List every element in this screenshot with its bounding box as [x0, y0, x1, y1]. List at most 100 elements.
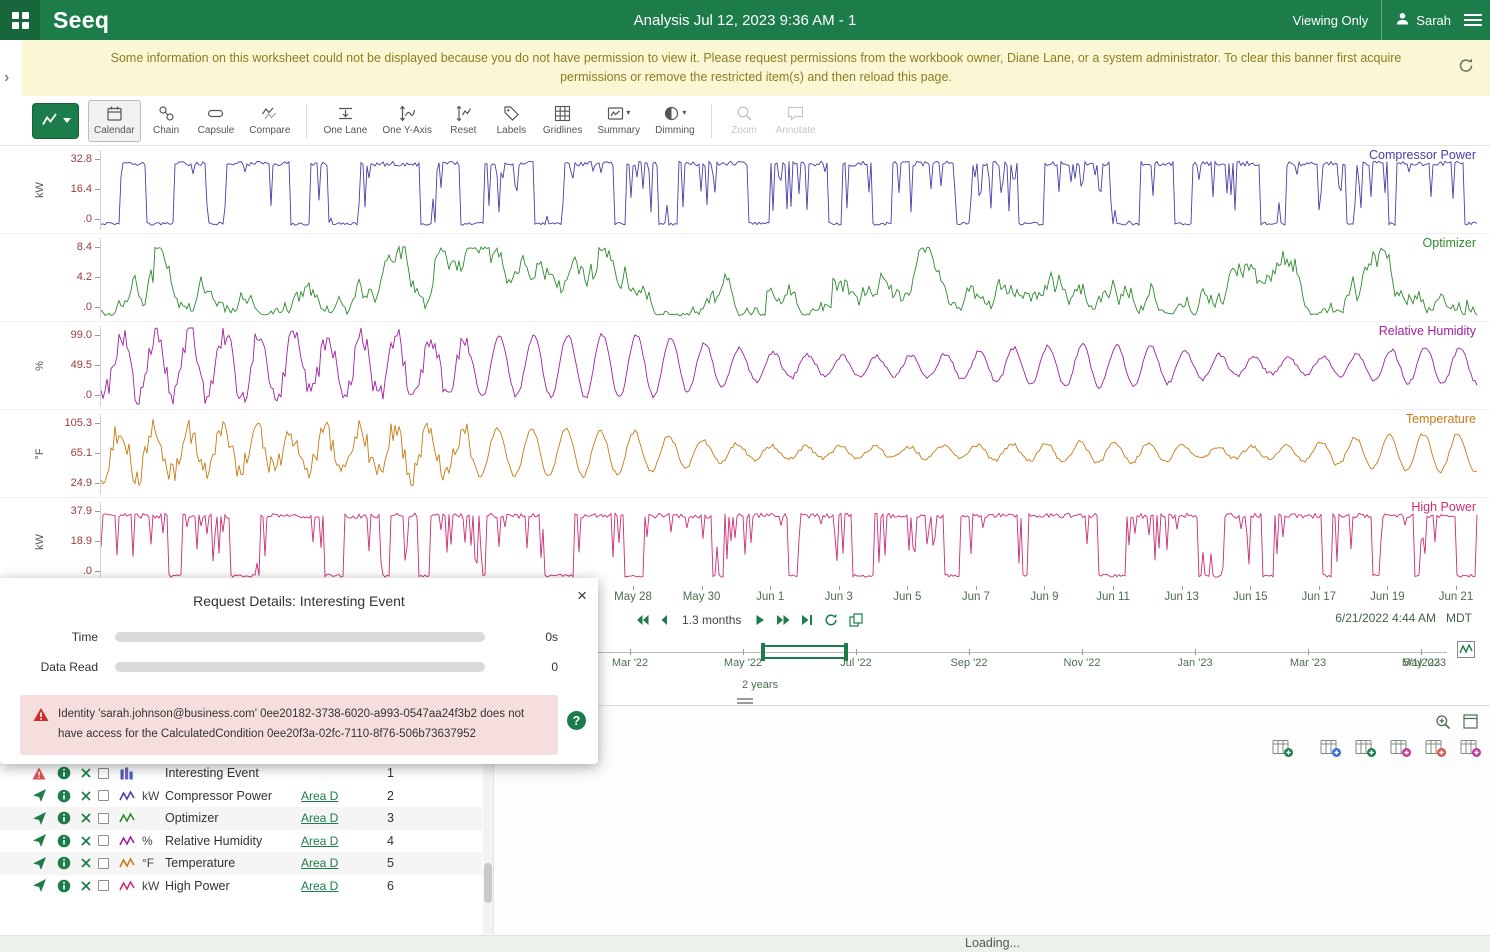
add-column-icon-6[interactable] — [1460, 739, 1482, 758]
timeline-range-selector[interactable] — [762, 645, 847, 659]
collapse-pane-icon[interactable] — [1463, 714, 1478, 730]
item-name[interactable]: Relative Humidity — [165, 834, 301, 848]
seeq-app: Seeq Analysis Jul 12, 2023 9:36 AM - 1 V… — [0, 0, 1490, 952]
lane-number: 4 — [387, 834, 417, 848]
expand-worksheets-chevron[interactable]: › — [4, 70, 9, 86]
timeline-range-label: 2 years — [742, 679, 778, 691]
toolbar-button-summary[interactable]: ▾Summary — [591, 100, 646, 142]
timeline-label: Jan '23 — [1177, 657, 1212, 669]
asset-link[interactable]: Area D — [301, 789, 338, 803]
info-icon[interactable] — [57, 856, 80, 870]
remove-item-icon[interactable] — [80, 812, 98, 824]
help-button[interactable]: ? — [567, 711, 586, 730]
remove-item-icon[interactable] — [80, 790, 98, 802]
lane-plot[interactable] — [100, 326, 1477, 406]
gridlines-icon — [554, 105, 571, 125]
row-checkbox[interactable] — [98, 835, 109, 846]
toolbar-button-labels[interactable]: Labels — [489, 100, 534, 142]
navigate-to-item-icon[interactable] — [32, 856, 57, 871]
display-range-duration[interactable]: 1.3 months — [682, 613, 741, 627]
add-column-icon-1[interactable] — [1272, 739, 1294, 758]
view-selector-button[interactable] — [32, 103, 79, 139]
navigate-to-item-icon[interactable] — [32, 878, 57, 893]
add-column-icon-2[interactable] — [1320, 739, 1342, 758]
step-forward-icon[interactable] — [755, 614, 765, 626]
lane-plot[interactable] — [100, 150, 1477, 230]
remove-item-icon[interactable] — [80, 857, 98, 869]
remove-item-icon[interactable] — [80, 880, 98, 892]
remove-item-icon[interactable] — [80, 835, 98, 847]
info-icon[interactable] — [57, 879, 80, 893]
panel-resize-handle[interactable] — [737, 698, 753, 704]
step-back-icon[interactable] — [660, 614, 668, 626]
row-checkbox[interactable] — [98, 768, 109, 779]
add-column-icon-5[interactable] — [1425, 739, 1447, 758]
zoom-in-icon[interactable] — [1435, 714, 1451, 730]
hamburger-menu-icon[interactable] — [1464, 13, 1482, 27]
lane-series-label[interactable]: Compressor Power — [1369, 148, 1476, 162]
add-column-icon-4[interactable] — [1390, 739, 1412, 758]
toolbar-button-reset[interactable]: Reset — [441, 100, 486, 142]
y-axis-tick-label: 18.9 — [0, 535, 92, 547]
x-axis-tick — [976, 586, 977, 590]
duplicate-range-icon[interactable] — [849, 613, 863, 627]
remove-item-icon[interactable] — [80, 767, 98, 779]
step-forward-full-icon[interactable] — [776, 614, 790, 626]
details-row-interesting-event: Interesting Event1 — [0, 762, 482, 785]
row-checkbox[interactable] — [98, 790, 109, 801]
toolbar-button-one-lane[interactable]: One Lane — [317, 100, 373, 142]
row-checkbox[interactable] — [98, 858, 109, 869]
timeline-label: Jul '22 — [840, 657, 871, 669]
navigate-to-item-icon[interactable] — [32, 833, 57, 848]
auto-update-icon[interactable] — [824, 613, 838, 627]
info-icon[interactable] — [57, 811, 80, 825]
lane-series-label[interactable]: Temperature — [1406, 412, 1476, 426]
user-menu[interactable]: Sarah — [1395, 11, 1451, 29]
toolbar-button-one-y-axis[interactable]: One Y-Axis — [376, 100, 437, 142]
lane-plot[interactable] — [100, 414, 1477, 494]
navigate-to-item-icon[interactable] — [32, 811, 57, 826]
item-name[interactable]: Compressor Power — [165, 789, 301, 803]
info-icon[interactable] — [57, 789, 80, 803]
toolbar-button-label: Zoom — [731, 125, 757, 136]
item-name[interactable]: Temperature — [165, 856, 301, 870]
asset-link[interactable]: Area D — [301, 856, 338, 870]
details-row-temperature: °FTemperatureArea D5 — [0, 852, 482, 875]
row-checkbox[interactable] — [98, 813, 109, 824]
scrollbar-thumb[interactable] — [484, 863, 492, 903]
toolbar-button-dimming[interactable]: ▾Dimming — [649, 100, 700, 142]
lane-series-label[interactable]: High Power — [1411, 500, 1476, 514]
capsule-time-icon[interactable] — [1457, 641, 1475, 663]
step-to-end-icon[interactable] — [801, 614, 813, 626]
lane-series-label[interactable]: Relative Humidity — [1379, 324, 1476, 338]
x-axis-tick — [1456, 586, 1457, 590]
info-icon[interactable] — [57, 766, 80, 780]
info-icon[interactable] — [57, 834, 80, 848]
toolbar-button-capsule[interactable]: Capsule — [192, 100, 241, 142]
trend-chart[interactable]: kW32.816.4.0Compressor Power8.44.2.0Opti… — [0, 146, 1490, 586]
details-scrollbar[interactable] — [483, 763, 493, 934]
toolbar-button-compare[interactable]: Compare — [243, 100, 296, 142]
item-name[interactable]: Interesting Event — [165, 766, 301, 780]
asset-link[interactable]: Area D — [301, 879, 338, 893]
step-back-full-icon[interactable] — [636, 614, 649, 626]
close-icon[interactable]: × — [577, 587, 587, 604]
user-name: Sarah — [1416, 13, 1451, 28]
apps-grid-button[interactable] — [0, 0, 40, 40]
warning-icon[interactable] — [32, 767, 57, 780]
lane-plot[interactable] — [100, 502, 1477, 582]
lane-series-label[interactable]: Optimizer — [1423, 236, 1476, 250]
toolbar-button-gridlines[interactable]: Gridlines — [537, 100, 588, 142]
navigate-to-item-icon[interactable] — [32, 788, 57, 803]
row-checkbox[interactable] — [98, 880, 109, 891]
toolbar-button-chain[interactable]: Chain — [144, 100, 189, 142]
asset-link[interactable]: Area D — [301, 834, 338, 848]
add-column-icon-3[interactable] — [1355, 739, 1377, 758]
item-name[interactable]: High Power — [165, 879, 301, 893]
item-name[interactable]: Optimizer — [165, 811, 301, 825]
asset-link[interactable]: Area D — [301, 811, 338, 825]
toolbar-button-calendar[interactable]: Calendar — [88, 100, 141, 142]
lane-plot[interactable] — [100, 238, 1477, 318]
banner-refresh-icon[interactable] — [1458, 58, 1474, 79]
time-nav-controls: 1.3 months — [636, 606, 863, 634]
